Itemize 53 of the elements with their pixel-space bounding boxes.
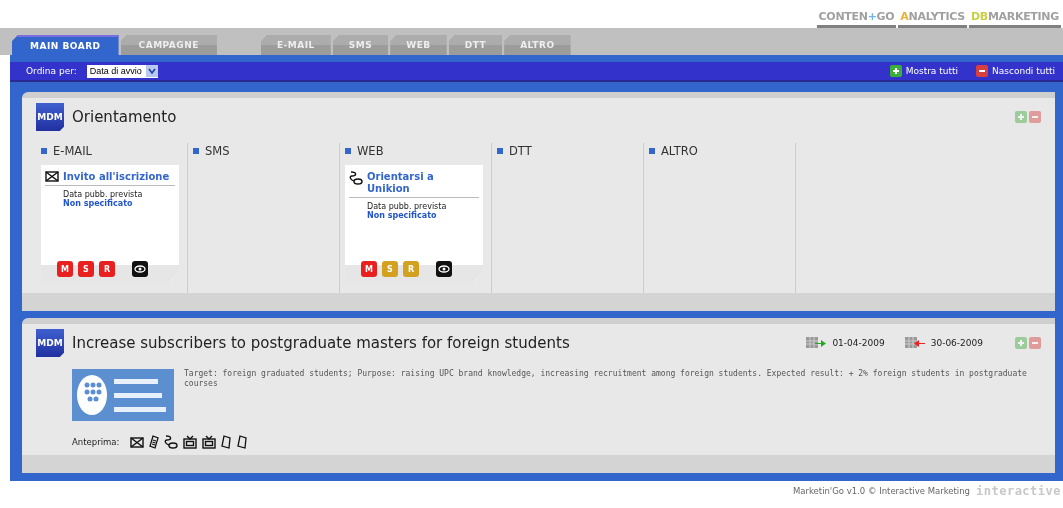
eye-icon[interactable] bbox=[436, 261, 452, 277]
eye-icon[interactable] bbox=[132, 261, 148, 277]
tab[interactable]: MAIN BOARD bbox=[12, 35, 119, 55]
tag-icon[interactable] bbox=[237, 435, 249, 449]
content-title-link[interactable]: Invito all'iscrizione bbox=[45, 171, 175, 183]
mdm-logo: MDM bbox=[36, 329, 64, 357]
campaign-title: Increase subscribers to postgraduate masters for foreign students bbox=[72, 334, 570, 352]
envelope-icon[interactable] bbox=[130, 436, 145, 448]
show-all-link[interactable]: Mostra tutti bbox=[889, 65, 959, 77]
mobile-phone-icon[interactable] bbox=[149, 435, 160, 449]
campaign-description: Target: foreign graduated students; Purpose: raising UPC brand knowledge, increasing recruitment among foreign students. Expected result: + 2% foreign students in postgraduate courses bbox=[184, 369, 1028, 390]
status-marker[interactable]: R bbox=[403, 261, 419, 277]
plus-icon[interactable] bbox=[889, 65, 902, 77]
status-marker[interactable]: M bbox=[57, 261, 73, 277]
date-label: Data pubb. prevista bbox=[367, 202, 448, 211]
tv-icon[interactable] bbox=[183, 435, 198, 449]
mouse-icon bbox=[349, 171, 363, 185]
tv-icon[interactable] bbox=[202, 435, 217, 449]
status-marker[interactable]: S bbox=[78, 261, 94, 277]
hide-all-link[interactable]: Nascondi tutti bbox=[976, 65, 1055, 77]
tab[interactable]: SMS bbox=[332, 35, 389, 55]
status-marker[interactable]: R bbox=[99, 261, 115, 277]
tab[interactable]: WEB bbox=[390, 35, 447, 55]
start-date: 01-04-2009 bbox=[832, 338, 885, 348]
sort-dropdown[interactable]: Data di avvio bbox=[86, 64, 158, 78]
envelope-icon bbox=[45, 171, 59, 182]
column-heading: DTT bbox=[497, 143, 643, 159]
tab[interactable]: DTT bbox=[448, 35, 503, 55]
mouse-icon[interactable] bbox=[164, 435, 179, 449]
footer-text: Marketin'Go v1.0 © Interactive Marketing bbox=[792, 486, 970, 496]
dropdown-arrow-icon bbox=[145, 65, 158, 77]
minus-icon[interactable] bbox=[976, 65, 989, 77]
tab[interactable]: CAMPAGNE bbox=[120, 35, 217, 55]
date-value: Non specificato bbox=[63, 199, 133, 208]
date-value: Non specificato bbox=[367, 211, 437, 220]
calendar-end-icon bbox=[904, 337, 925, 349]
end-date: 30-06-2009 bbox=[930, 338, 983, 348]
tag-icon[interactable] bbox=[221, 435, 233, 449]
mdm-logo: MDM bbox=[36, 103, 64, 131]
date-label: Data pubb. prevista bbox=[63, 190, 144, 199]
calendar-start-icon bbox=[806, 337, 827, 349]
status-marker[interactable]: M bbox=[361, 261, 377, 277]
content-title-link[interactable]: Orientarsi a Unikion bbox=[349, 171, 479, 195]
sort-label: Ordina per: bbox=[26, 66, 77, 76]
column-heading: ALTRO bbox=[649, 143, 795, 159]
tab[interactable]: E-MAIL bbox=[260, 35, 331, 55]
column-heading: SMS bbox=[193, 143, 339, 159]
column-heading: E-MAIL bbox=[41, 143, 187, 159]
column-heading: WEB bbox=[345, 143, 491, 159]
tab[interactable]: ALTRO bbox=[504, 35, 571, 55]
status-marker[interactable]: S bbox=[382, 261, 398, 277]
campaign-title: Orientamento bbox=[72, 108, 177, 126]
preview-label: Anteprima: bbox=[72, 437, 120, 447]
